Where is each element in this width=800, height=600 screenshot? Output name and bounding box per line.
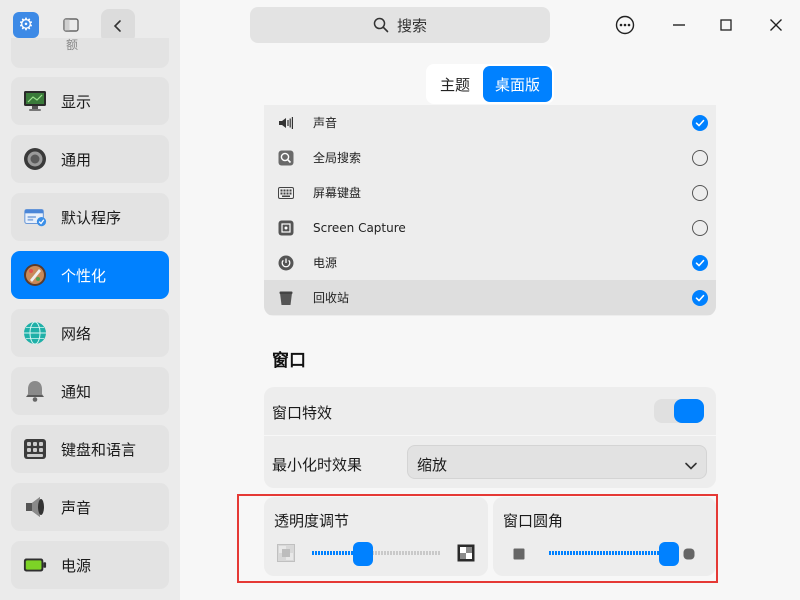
list-item-label: Screen Capture xyxy=(313,220,406,235)
sidebar-item-power[interactable]: 电源 xyxy=(11,541,169,589)
sidebar-item-label: 键盘和语言 xyxy=(61,440,137,459)
window-effects-label: 窗口特效 xyxy=(272,404,333,422)
monitor-icon xyxy=(23,89,47,113)
minimize-effect-select[interactable]: 缩放 xyxy=(407,445,707,479)
list-item-label: 声音 xyxy=(313,116,338,130)
chevron-down-icon xyxy=(684,456,698,475)
minimize-button[interactable] xyxy=(667,13,691,37)
list-item-trash[interactable]: 回收站 xyxy=(264,280,716,315)
checkbox-unchecked[interactable] xyxy=(692,184,708,201)
checkbox-unchecked[interactable] xyxy=(692,219,708,236)
sidebar-item-label: 通知 xyxy=(61,382,92,401)
keyboard-icon xyxy=(278,185,294,201)
default-apps-icon xyxy=(23,205,47,229)
sidebar-item-keyboard-language[interactable]: 键盘和语言 xyxy=(11,425,169,473)
sidebar-item-display[interactable]: 显示 xyxy=(11,77,169,125)
plugin-list: 声音 全局搜索 屏幕键盘 Screen Capture 电源 回收站 xyxy=(264,105,716,316)
toggle-knob xyxy=(674,399,704,423)
maximize-icon xyxy=(720,19,732,31)
search-icon xyxy=(278,150,294,166)
list-item-screen-capture[interactable]: Screen Capture xyxy=(264,210,716,245)
power-icon xyxy=(278,255,294,271)
more-options-icon xyxy=(615,15,635,35)
checkbox-unchecked[interactable] xyxy=(692,149,708,166)
sidebar-item-label: 个性化 xyxy=(61,266,107,285)
sidebar-item-notifications[interactable]: 通知 xyxy=(11,367,169,415)
tab-theme[interactable]: 主题 xyxy=(428,66,482,102)
list-item-power[interactable]: 电源 xyxy=(264,245,716,280)
highlight-annotation-box xyxy=(237,494,718,583)
sidebar-item-label: 声音 xyxy=(61,498,92,517)
list-item-label: 电源 xyxy=(313,256,338,270)
sidebar-item-label: 显示 xyxy=(61,92,92,111)
sidebar-item-label: 默认程序 xyxy=(61,208,122,227)
sidebar: ⚙ 额 显示 通用 默认程序 个性化 网络 通知 键盘和语言 声音 电源 xyxy=(0,0,180,600)
sidebar-item-personalization[interactable]: 个性化 xyxy=(11,251,169,299)
menu-button[interactable] xyxy=(613,13,637,37)
list-item-onscreen-keyboard[interactable]: 屏幕键盘 xyxy=(264,175,716,210)
checkbox-checked[interactable] xyxy=(692,114,708,131)
sidebar-item-partial[interactable]: 额 xyxy=(11,38,169,68)
search-box[interactable]: 搜索 xyxy=(250,7,550,43)
close-button[interactable] xyxy=(764,13,788,37)
sidebar-item-label: 额 xyxy=(66,38,79,52)
tab-bar: 主题 桌面版 xyxy=(426,64,554,104)
battery-icon xyxy=(23,553,47,577)
screen-capture-icon xyxy=(278,220,294,236)
maximize-button[interactable] xyxy=(714,13,738,37)
minimize-icon xyxy=(673,24,685,26)
checkmark-icon xyxy=(695,259,705,266)
list-item-label: 全局搜索 xyxy=(313,151,362,165)
settings-logo-icon: ⚙ xyxy=(13,12,39,38)
list-item-label: 屏幕键盘 xyxy=(313,186,362,200)
sidebar-item-network[interactable]: 网络 xyxy=(11,309,169,357)
list-item-label: 回收站 xyxy=(313,291,350,305)
list-item-global-search[interactable]: 全局搜索 xyxy=(264,140,716,175)
sidebar-toggle-icon xyxy=(63,18,79,32)
checkbox-checked[interactable] xyxy=(692,289,708,306)
keyboard-icon xyxy=(23,437,47,461)
sidebar-toggle-button[interactable] xyxy=(60,14,82,36)
trash-icon xyxy=(278,290,294,306)
sidebar-item-sound[interactable]: 声音 xyxy=(11,483,169,531)
sidebar-item-label: 电源 xyxy=(61,556,92,575)
sidebar-item-label: 网络 xyxy=(61,324,92,343)
tab-desktop[interactable]: 桌面版 xyxy=(483,66,552,102)
list-item-sound[interactable]: 声音 xyxy=(264,105,716,140)
speaker-icon xyxy=(23,495,47,519)
minimize-effect-row: 最小化时效果 缩放 xyxy=(264,436,716,488)
search-placeholder: 搜索 xyxy=(396,16,427,35)
window-effects-row: 窗口特效 xyxy=(264,387,716,435)
select-value: 缩放 xyxy=(417,456,448,474)
sidebar-item-default-apps[interactable]: 默认程序 xyxy=(11,193,169,241)
personalization-icon xyxy=(23,263,47,287)
network-icon xyxy=(23,321,47,345)
volume-icon xyxy=(278,115,294,131)
checkbox-checked[interactable] xyxy=(692,254,708,271)
search-icon xyxy=(373,17,389,33)
general-icon xyxy=(23,147,47,171)
window-effects-toggle[interactable] xyxy=(654,399,704,423)
bell-icon xyxy=(23,379,47,403)
chevron-left-icon xyxy=(113,20,121,32)
close-icon xyxy=(770,19,782,31)
checkmark-icon xyxy=(695,294,705,301)
sidebar-item-label: 通用 xyxy=(61,150,92,169)
sidebar-item-general[interactable]: 通用 xyxy=(11,135,169,183)
section-title: 窗口 xyxy=(272,351,306,371)
minimize-effect-label: 最小化时效果 xyxy=(272,456,363,474)
checkmark-icon xyxy=(695,119,705,126)
